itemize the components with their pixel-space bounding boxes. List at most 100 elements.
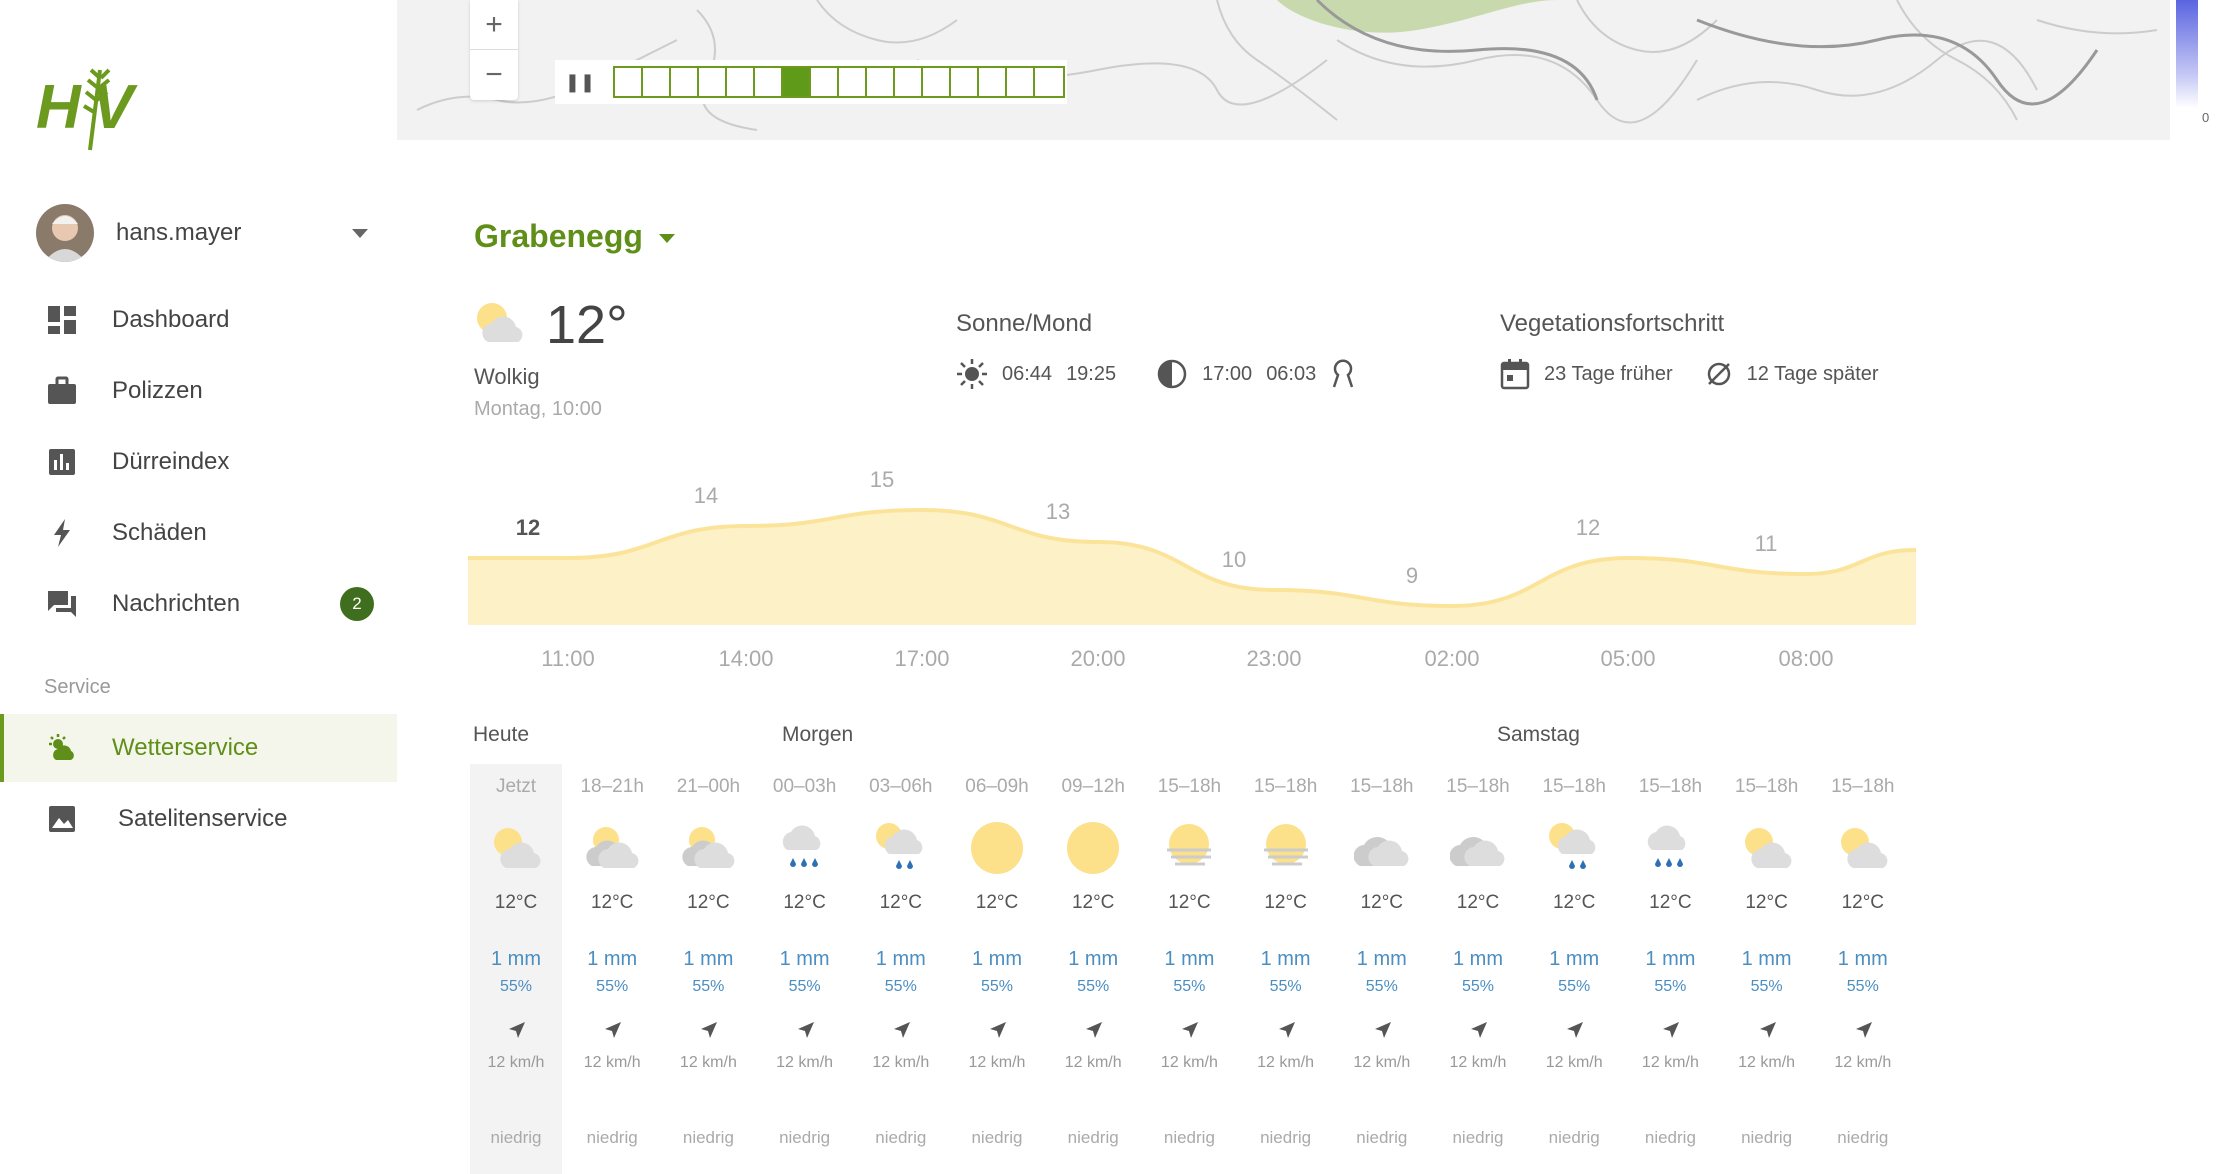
wind-direction-icon [1663, 1022, 1680, 1038]
wind-direction-icon [509, 1022, 525, 1038]
timeline-step[interactable] [839, 68, 867, 96]
nav-item-dashboard[interactable]: Dashboard [0, 286, 397, 354]
nav-item-duerreindex[interactable]: Dürreindex [0, 428, 397, 496]
nav-item-schaeden[interactable]: Schäden [0, 499, 397, 567]
sidebar: H V hans.mayer Dashboard Polizzen Dürrei… [0, 0, 397, 1174]
wind-direction-icon [1471, 1022, 1487, 1038]
forecast-column[interactable]: 03–06h 12°C 1 mm 55% 12 km/h niedrig [855, 764, 947, 1174]
location-select[interactable]: Grabenegg [474, 218, 675, 255]
pause-button[interactable]: ❚❚ [565, 71, 595, 93]
forecast-column[interactable]: 15–18h 12°C 1 mm 55% 12 km/h niedrig [1528, 764, 1620, 1174]
forecast-time: 18–21h [580, 776, 644, 797]
weather-map[interactable]: + − ❚❚ [397, 0, 2170, 140]
forecast-precipitation: 1 mm [491, 948, 541, 970]
briefcase-icon [48, 376, 76, 404]
forecast-column[interactable]: 09–12h 12°C 1 mm 55% 12 km/h niedrig [1047, 764, 1139, 1174]
timeline-step[interactable] [951, 68, 979, 96]
forecast-precipitation-probability: 55% [1750, 978, 1783, 995]
forecast-temperature: 12°C [494, 892, 538, 913]
forecast-risk-level: niedrig [779, 1128, 831, 1147]
forecast-column[interactable]: Jetzt 12°C 1 mm 55% 12 km/h niedrig [470, 764, 562, 1174]
forecast-precipitation-probability: 55% [1365, 978, 1398, 995]
timeline-step[interactable] [699, 68, 727, 96]
nav-item-wetterservice[interactable]: Wetterservice [0, 714, 397, 782]
timeline-step[interactable] [811, 68, 839, 96]
forecast-precipitation-probability: 55% [1269, 978, 1302, 995]
moonrise-time: 17:00 [1202, 362, 1253, 385]
forecast-precipitation-probability: 55% [1461, 978, 1495, 995]
map-legend-value: 0 [2202, 110, 2210, 125]
forecast-wind-speed: 12 km/h [1160, 1054, 1218, 1071]
forecast-precipitation: 1 mm [1645, 948, 1696, 970]
moon-icon [1157, 359, 1187, 389]
sun-icon [971, 822, 1023, 874]
time-tick-label: 17:00 [894, 646, 949, 671]
forecast-risk-level: niedrig [1644, 1128, 1696, 1147]
partly-cloudy-icon [494, 828, 541, 868]
temperature-data-label: 10 [1222, 547, 1246, 572]
current-description: Wolkig [474, 364, 540, 389]
nav-item-satelitenservice[interactable]: Satelitenservice [0, 785, 397, 853]
vegetation-title: Vegetationsfortschritt [1500, 310, 1725, 337]
forecast-risk-level: niedrig [1260, 1128, 1312, 1147]
nav-label: Polizzen [112, 377, 203, 404]
zoom-out-button[interactable]: − [470, 50, 518, 100]
map-legend-bar [2176, 0, 2198, 108]
forecast-risk-level: niedrig [1163, 1128, 1215, 1147]
forecast-column[interactable]: 21–00h 12°C 1 mm 55% 12 km/h niedrig [662, 764, 754, 1174]
forecast-column[interactable]: 15–18h 12°C 1 mm 55% 12 km/h niedrig [1143, 764, 1235, 1174]
temperature-data-label: 15 [870, 470, 894, 492]
wind-direction-icon [893, 1022, 910, 1038]
forecast-column[interactable]: 15–18h 12°C 1 mm 55% 12 km/h niedrig [1817, 764, 1909, 1174]
forecast-precipitation-probability: 55% [980, 978, 1014, 995]
forecast-column[interactable]: 18–21h 12°C 1 mm 55% 12 km/h niedrig [566, 764, 658, 1174]
timeline-step[interactable] [979, 68, 1007, 96]
timeline-step[interactable] [783, 68, 811, 96]
timeline-step[interactable] [671, 68, 699, 96]
forecast-time: 15–18h [1350, 776, 1414, 797]
forecast-time: 15–18h [1446, 776, 1510, 797]
forecast-column[interactable]: 00–03h 12°C 1 mm 55% 12 km/h niedrig [759, 764, 851, 1174]
forecast-temperature: 12°C [1841, 892, 1885, 913]
wind-direction-icon [990, 1022, 1006, 1038]
forecast-precipitation: 1 mm [1164, 948, 1215, 970]
no-entry-icon [1707, 362, 1730, 386]
nav-item-nachrichten[interactable]: Nachrichten 2 [0, 570, 397, 638]
time-tick-label: 23:00 [1246, 646, 1301, 671]
timeline-step[interactable] [1007, 68, 1035, 96]
timeline-step[interactable] [895, 68, 923, 96]
forecast-temperature: 12°C [783, 892, 826, 913]
forecast-wind-speed: 12 km/h [487, 1054, 545, 1071]
forecast-wind-speed: 12 km/h [1641, 1054, 1699, 1071]
user-menu[interactable]: hans.mayer [36, 203, 376, 263]
forecast-column[interactable]: 06–09h 12°C 1 mm 55% 12 km/h niedrig [951, 764, 1043, 1174]
forecast-risk-level: niedrig [1548, 1128, 1600, 1147]
timeline-step[interactable] [1035, 68, 1063, 96]
wind-direction-icon [1567, 1022, 1584, 1038]
forecast-column[interactable]: 15–18h 12°C 1 mm 55% 12 km/h niedrig [1624, 764, 1716, 1174]
sun-fog-icon [1263, 824, 1308, 866]
rain-icon [782, 825, 820, 867]
forecast-column[interactable]: 15–18h 12°C 1 mm 55% 12 km/h niedrig [1721, 764, 1813, 1174]
temperature-data-label: 12 [516, 515, 540, 540]
forecast-wind-speed: 12 km/h [1738, 1054, 1796, 1071]
hv-logo[interactable]: H V [34, 60, 152, 156]
moonset-time: 06:03 [1266, 362, 1317, 385]
forecast-column[interactable]: 15–18h 12°C 1 mm 55% 12 km/h niedrig [1240, 764, 1332, 1174]
zoom-in-button[interactable]: + [470, 0, 518, 50]
forecast-precipitation-probability: 55% [1173, 978, 1206, 995]
timeline-step[interactable] [727, 68, 755, 96]
nav-item-polizzen[interactable]: Polizzen [0, 357, 397, 425]
forecast-wind-speed: 12 km/h [968, 1054, 1026, 1071]
timeline-step[interactable] [755, 68, 783, 96]
forecast-column[interactable]: 15–18h 12°C 1 mm 55% 12 km/h niedrig [1336, 764, 1428, 1174]
timeline-step[interactable] [923, 68, 951, 96]
wind-direction-icon [701, 1022, 718, 1038]
forecast-temperature: 12°C [1360, 892, 1404, 913]
timeline-step[interactable] [615, 68, 643, 96]
timeline-step[interactable] [643, 68, 671, 96]
temperature-data-label: 12 [1576, 515, 1600, 540]
timeline-step[interactable] [867, 68, 895, 96]
wind-direction-icon [1855, 1022, 1872, 1038]
forecast-column[interactable]: 15–18h 12°C 1 mm 55% 12 km/h niedrig [1432, 764, 1524, 1174]
